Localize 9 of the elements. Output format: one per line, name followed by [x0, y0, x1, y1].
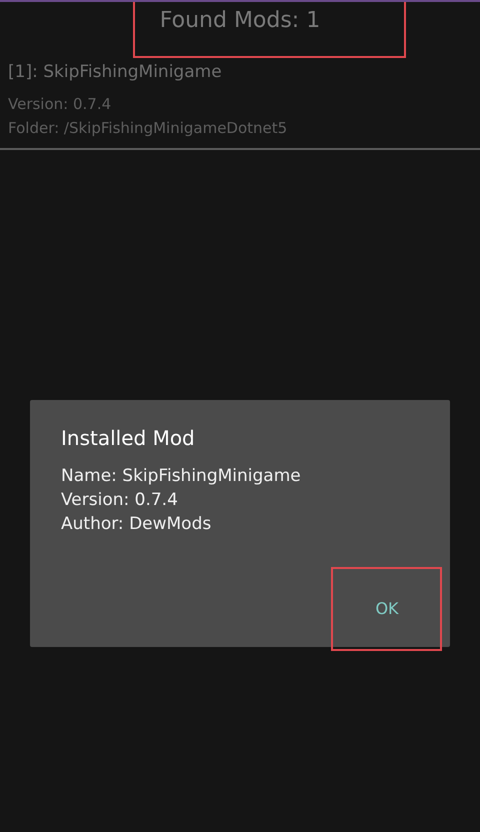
- screen-title: Found Mods: 1: [160, 8, 320, 35]
- mod-name: [1]: SkipFishingMinigame: [8, 62, 223, 82]
- dialog-text: Name: SkipFishingMinigame: [61, 465, 302, 488]
- mod-folder: Folder: /SkipFishingMinigameDotnet5: [8, 118, 288, 139]
- dialog-text: Author: DewMods: [61, 513, 212, 536]
- dialog-title: Installed Mod: [61, 426, 196, 450]
- mod-version: Version: 0.7.4: [8, 94, 112, 115]
- dialog-text: Version: 0.7.4: [61, 489, 179, 512]
- ok-button[interactable]: OK: [349, 585, 425, 631]
